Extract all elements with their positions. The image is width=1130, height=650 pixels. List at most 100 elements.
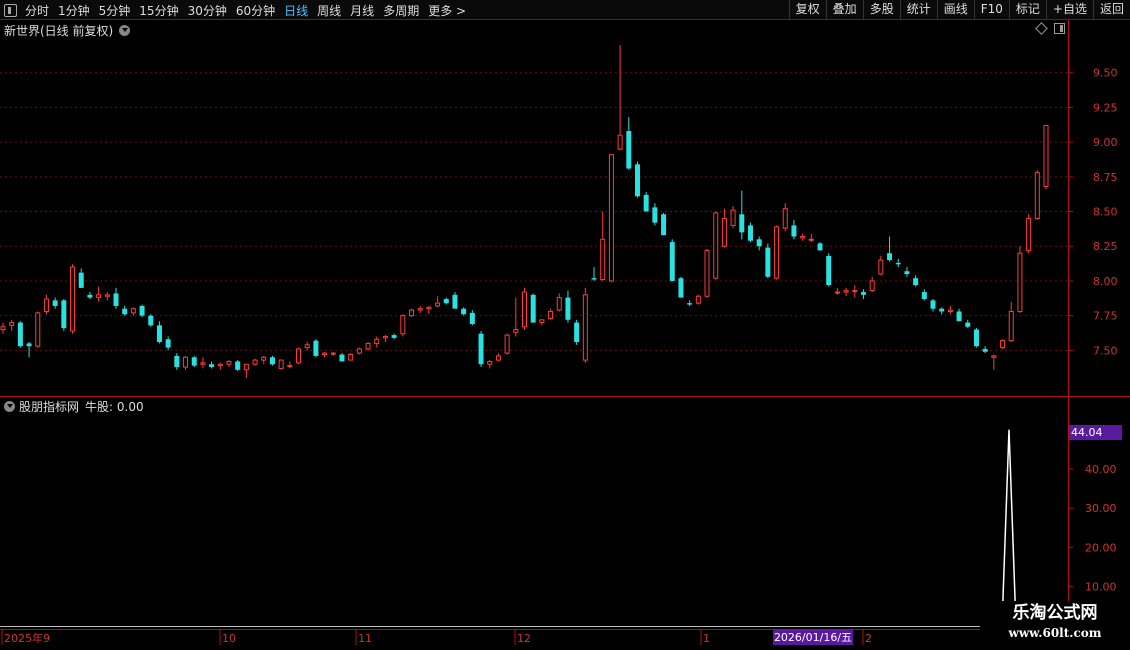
candle-body — [634, 164, 640, 197]
candle-body — [843, 290, 849, 293]
indicator-spike — [1001, 429, 1017, 627]
candle-body — [1034, 172, 1040, 219]
candle-body — [582, 294, 588, 361]
date-label: 2 — [865, 632, 872, 645]
date-label: 12 — [517, 632, 531, 645]
candle-body — [1017, 252, 1023, 312]
y-tick-label: 9.50 — [1093, 67, 1118, 80]
candle-body — [661, 214, 667, 236]
candle-body — [913, 278, 919, 286]
candle-body — [70, 266, 76, 332]
candle-body — [183, 356, 189, 368]
candle-body — [834, 291, 840, 294]
candle-body — [608, 154, 614, 282]
candle-body — [947, 309, 953, 312]
candle-body — [713, 212, 719, 279]
date-label: 11 — [358, 632, 372, 645]
candle-body — [400, 315, 406, 335]
candle-body — [704, 249, 710, 297]
candle-body — [348, 354, 354, 361]
candle-body — [113, 293, 119, 306]
candle-body — [52, 300, 58, 306]
candle-body — [965, 322, 971, 327]
candle-body — [122, 308, 128, 315]
candle-body — [374, 338, 380, 344]
candle-body — [209, 364, 215, 368]
candle-body — [1000, 340, 1006, 349]
candle-body — [156, 325, 162, 343]
candle-body — [982, 348, 988, 352]
y-tick-label: 9.00 — [1093, 136, 1118, 149]
candle-body — [322, 352, 328, 356]
candle-body — [226, 360, 232, 365]
cursor-date-badge: 2026/01/16/五 — [773, 630, 853, 645]
candle-body — [548, 310, 554, 319]
candle-body — [269, 357, 275, 365]
candle-body — [591, 278, 597, 280]
date-label: 2025年9 — [4, 631, 50, 645]
candle-body — [826, 255, 832, 286]
candle-body — [852, 290, 858, 293]
candle-body — [252, 359, 258, 365]
candle-body — [287, 365, 293, 368]
candle-body — [356, 348, 362, 354]
candle-body — [973, 329, 979, 347]
sub-y-tick-label: 30.00 — [1085, 502, 1117, 515]
candle-body — [261, 356, 267, 361]
candle-body — [800, 236, 806, 239]
candle-body — [43, 298, 49, 312]
candle-body — [165, 339, 171, 348]
candle-body — [756, 239, 762, 247]
candle-body — [765, 247, 771, 277]
candle-body — [487, 360, 493, 365]
date-label: 1 — [703, 632, 710, 645]
candle-body — [304, 344, 310, 349]
watermark-title: 乐淘公式网 — [1012, 603, 1098, 623]
y-tick-label: 8.00 — [1093, 275, 1118, 288]
candle-body — [721, 217, 727, 247]
candle-body — [504, 334, 510, 354]
candle-body — [200, 362, 206, 365]
candle-body — [1043, 124, 1049, 188]
candle-body — [235, 361, 241, 370]
candle-body — [139, 305, 145, 316]
candle-body — [904, 271, 910, 274]
candle-body — [678, 278, 684, 298]
candle-body — [130, 308, 136, 314]
candle-body — [695, 295, 701, 304]
candle-body — [565, 297, 571, 320]
candle-body — [417, 308, 423, 311]
candle-body — [817, 243, 823, 251]
candle-body — [243, 363, 249, 371]
candle-body — [991, 355, 997, 358]
kline-chart[interactable]: 9.509.259.008.758.508.258.007.757.5050.0… — [0, 0, 1130, 650]
date-label: 10 — [222, 632, 236, 645]
candle-body — [217, 363, 223, 367]
candle-body — [278, 359, 284, 369]
sub-y-tick-label: 40.00 — [1085, 463, 1117, 476]
sub-y-tick-label: 20.00 — [1085, 541, 1117, 554]
candle-body — [626, 131, 632, 169]
y-tick-label: 8.75 — [1093, 171, 1118, 184]
candle-body — [860, 292, 866, 295]
candle-body — [878, 259, 884, 275]
candle-body — [17, 322, 23, 347]
candle-body — [669, 242, 675, 281]
candle-body — [461, 308, 467, 315]
candle-body — [104, 294, 110, 297]
y-tick-label: 7.50 — [1093, 344, 1118, 357]
candle-body — [96, 294, 102, 299]
y-tick-label: 8.50 — [1093, 206, 1118, 219]
candle-body — [174, 355, 180, 368]
candle-body — [87, 294, 93, 298]
candle-body — [600, 238, 606, 281]
candle-body — [26, 343, 32, 347]
candle-body — [452, 294, 458, 309]
candle-body — [495, 355, 501, 361]
sub-y-tick-label: 10.00 — [1085, 581, 1117, 594]
candle-body — [365, 342, 371, 350]
candle-body — [313, 340, 319, 356]
y-tick-label: 8.25 — [1093, 240, 1118, 253]
site-watermark: 乐淘公式网 www.60lt.com — [980, 601, 1130, 650]
candle-body — [739, 214, 745, 233]
